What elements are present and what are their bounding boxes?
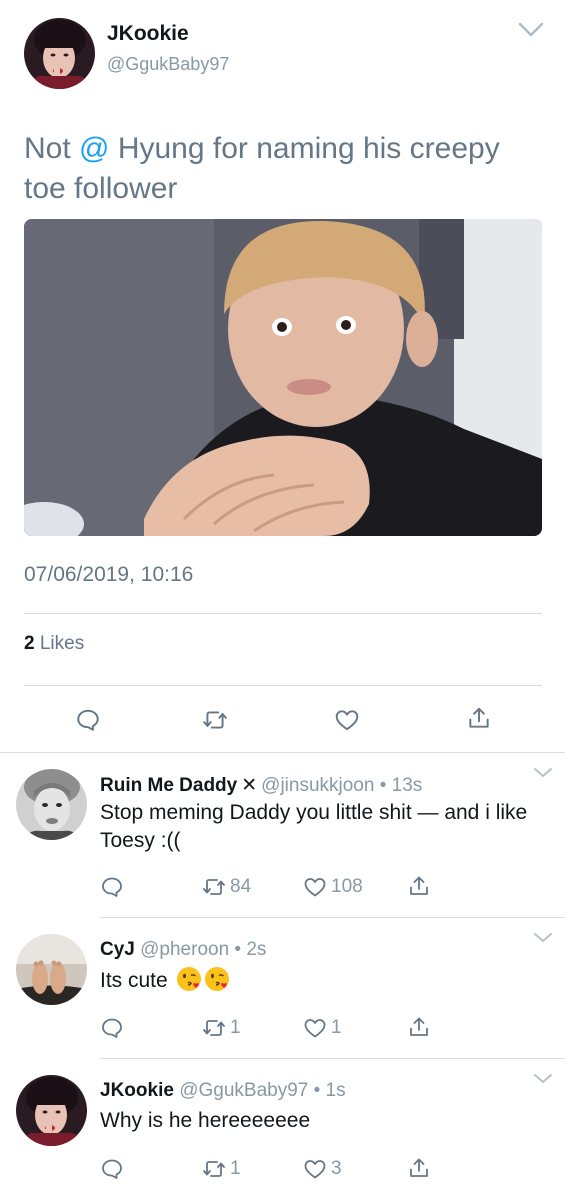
share-icon [410,876,428,895]
like-icon [304,1160,326,1179]
author-handle[interactable]: @GgukBaby97 [107,54,229,75]
main-tweet: JKookie @GgukBaby97 Not @ Hyung for nami… [0,0,565,752]
like-count: 1 [331,1017,342,1038]
retweet-count: 1 [230,1158,241,1179]
author-avatar[interactable] [24,18,95,89]
reply-meta[interactable]: @jinsukkjoon • 13s [261,775,422,796]
like-count: 108 [331,876,363,897]
reply-icon [102,877,122,897]
reply-text: Its cute [100,966,540,995]
retweet-icon [203,1020,225,1036]
share-icon [410,1158,428,1177]
reply-author-name[interactable]: Ruin Me Daddy [100,775,237,796]
likes-number: 2 [24,633,35,654]
like-action[interactable]: 3 [303,1156,342,1182]
reply-text: Why is he hereeeeeee [100,1109,311,1132]
divider [24,685,542,686]
retweet-action[interactable]: 1 [202,1156,241,1182]
reply-tweet[interactable]: JKookie @GgukBaby97 • 1s Why is he heree… [0,1059,565,1200]
retweet-icon [203,1161,225,1177]
reply-action[interactable] [100,874,124,900]
reply-action[interactable] [100,1015,124,1041]
like-icon [304,878,326,897]
reply-action[interactable] [100,1156,124,1182]
author-name[interactable]: JKookie [107,22,189,46]
chevron-down-icon[interactable] [533,767,553,779]
tweet-photo[interactable] [24,219,542,536]
like-icon[interactable] [334,707,360,733]
retweet-action[interactable]: 84 [202,874,251,900]
reply-avatar[interactable] [16,769,87,840]
reply-author-name[interactable]: JKookie [100,1080,174,1101]
reply-avatar[interactable] [16,1075,87,1146]
reply-text-body: Its cute [100,969,168,992]
chevron-down-icon[interactable] [533,1073,553,1085]
likes-count[interactable]: 2 Likes [24,633,84,655]
reply-meta[interactable]: @pheroon • 2s [140,939,266,960]
reply-header: JKookie @GgukBaby97 • 1s [100,1080,346,1102]
mention-link[interactable]: @ [79,132,109,165]
share-action[interactable] [407,1014,431,1040]
reply-icon [102,1018,122,1038]
like-icon [304,1019,326,1038]
retweet-icon[interactable] [202,707,228,733]
kissing-face-emoji-icon [176,967,201,991]
share-action[interactable] [407,1155,431,1181]
reply-header: Ruin Me Daddy ✕ @jinsukkjoon • 13s [100,774,422,797]
share-icon[interactable] [466,705,492,731]
retweet-action[interactable]: 1 [202,1015,241,1041]
divider [24,613,542,614]
reply-icon[interactable] [75,707,101,733]
chevron-down-icon[interactable] [518,22,544,38]
like-action[interactable]: 108 [303,874,363,900]
reply-meta[interactable]: @GgukBaby97 • 1s [179,1080,345,1101]
like-count: 3 [331,1158,342,1179]
reply-author-name[interactable]: CyJ [100,939,135,960]
tweet-text: Not @ Hyung for naming his creepy toe fo… [24,129,544,209]
share-action[interactable] [407,873,431,899]
tweet-timestamp: 07/06/2019, 10:16 [24,563,194,586]
like-action[interactable]: 1 [303,1015,342,1041]
likes-label: Likes [39,633,85,654]
share-icon [410,1017,428,1036]
retweet-count: 84 [230,876,252,897]
chevron-down-icon[interactable] [533,932,553,944]
reply-header: CyJ @pheroon • 2s [100,939,266,961]
reply-tweet[interactable]: Ruin Me Daddy ✕ @jinsukkjoon • 13s Stop me… [0,753,565,917]
reply-text: Stop meming Daddy you little shit — and … [100,801,528,852]
retweet-count: 1 [230,1017,241,1038]
kissing-face-emoji-icon [204,967,229,991]
reply-icon [102,1159,122,1179]
reply-avatar[interactable] [16,934,87,1005]
tweet-text-prefix: Not [24,132,80,165]
close-x-icon: ✕ [241,775,258,796]
reply-tweet[interactable]: CyJ @pheroon • 2s Its cute 1 1 [0,918,565,1058]
retweet-icon [203,879,225,895]
